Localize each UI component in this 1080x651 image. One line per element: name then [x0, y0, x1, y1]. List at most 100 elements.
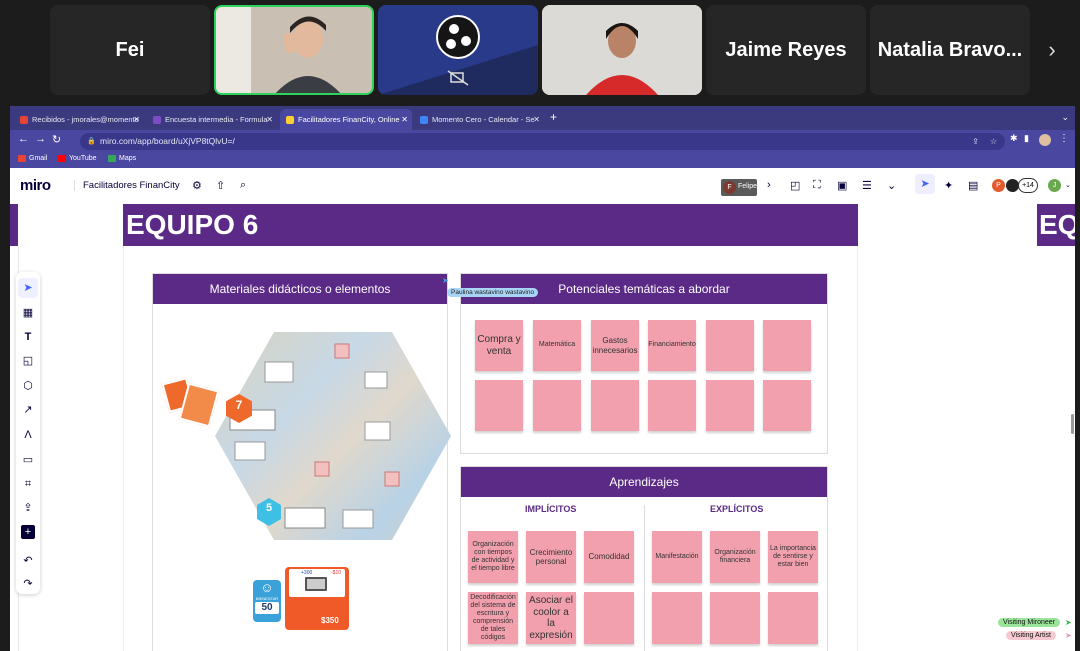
upload-icon[interactable]: ⇧	[216, 179, 225, 192]
forward-icon[interactable]: →	[35, 133, 46, 145]
tab-gmail[interactable]: Recibidos - jmorales@momento ✕	[14, 109, 144, 130]
sticky-note-implicito[interactable]: Decodificación del sistema de escritura …	[468, 592, 518, 644]
gear-icon[interactable]: ⚙	[192, 179, 202, 192]
avatar[interactable]	[1039, 134, 1051, 146]
frame-icon[interactable]: ⛶	[813, 179, 821, 192]
template-icon[interactable]: ▦	[21, 306, 35, 320]
back-icon[interactable]: ←	[18, 133, 29, 145]
sticky-note-explicito[interactable]	[710, 592, 760, 644]
tab-label: Facilitadores FinanCity, Online	[298, 115, 400, 124]
sticky-note[interactable]	[763, 380, 811, 431]
sticky-note[interactable]	[648, 380, 696, 431]
connector-icon[interactable]: ↗	[21, 403, 35, 417]
obs-icon	[378, 5, 538, 95]
sticky-note-implicito[interactable]: Asociar el coolor a la expresión	[526, 592, 576, 644]
undo-icon[interactable]: ↶	[21, 554, 35, 568]
participant-tile-obs[interactable]	[378, 5, 538, 95]
participant-video	[542, 5, 702, 95]
bookmark-youtube[interactable]: YouTube	[58, 155, 97, 162]
cursor-icon[interactable]: ➤	[915, 174, 935, 194]
star-icon[interactable]: ☆	[990, 133, 997, 150]
participant-tile-jaime-reyes[interactable]: Jaime Reyes	[706, 5, 866, 95]
participant-tile-video-2[interactable]	[542, 5, 702, 95]
sticky-note-explicito[interactable]: La importancia de sentirse y estar bien	[768, 531, 818, 583]
tab-calendar[interactable]: Momento Cero - Calendar - Se ✕	[414, 109, 544, 130]
more-icon[interactable]: ⋮	[1059, 133, 1069, 144]
avatar[interactable]: P	[992, 179, 1005, 192]
reload-icon[interactable]: ↻	[52, 133, 61, 146]
bookmark-gmail[interactable]: Gmail	[18, 155, 47, 162]
more-users-badge[interactable]: +14	[1018, 178, 1038, 193]
speaker-video	[216, 7, 372, 93]
sticky-note-icon[interactable]: ◱	[21, 354, 35, 368]
sticky-note[interactable]: Compra y venta	[475, 320, 523, 371]
board-canvas[interactable]: EQUIPO 6 EQ Materiales didácticos o elem…	[10, 204, 1075, 651]
sticky-note-explicito[interactable]: Manifestación	[652, 531, 702, 583]
card-plus: +300	[301, 570, 313, 576]
card-minus: -$10	[331, 570, 342, 576]
sticky-note[interactable]: Gastos innecesarios	[591, 320, 639, 371]
search-icon[interactable]: ⌕	[240, 179, 246, 192]
laptop-icon	[305, 577, 327, 591]
notes-icon[interactable]: ☰	[862, 179, 872, 192]
redo-icon[interactable]: ↷	[21, 577, 35, 591]
participant-tile-natalia-bravo[interactable]: Natalia Bravo...	[870, 5, 1030, 95]
chevron-down-icon[interactable]: ⌄	[1061, 112, 1069, 123]
avatar[interactable]: J	[1048, 179, 1061, 192]
close-icon[interactable]: ✕	[133, 115, 140, 124]
card-value: 50	[255, 602, 279, 614]
sticky-note[interactable]	[706, 380, 754, 431]
maps-icon	[108, 155, 116, 162]
extensions-icon[interactable]: ✱	[1010, 133, 1018, 144]
close-icon[interactable]: ✕	[401, 115, 408, 124]
sticky-note[interactable]	[706, 320, 754, 371]
sticky-note-implicito[interactable]: Organización con tiempos de actividad y …	[468, 531, 518, 583]
tab-forms[interactable]: Encuesta intermedia - Formula ✕	[147, 109, 277, 130]
cursor-icon[interactable]: ➤	[21, 281, 35, 295]
participant-tile-fei[interactable]: Fei	[50, 5, 210, 95]
sidebar-icon[interactable]: ▮	[1024, 133, 1029, 144]
chevron-down-icon[interactable]: ⌄	[1065, 181, 1071, 189]
shapes-icon[interactable]: ⬡	[21, 379, 35, 393]
scrollbar[interactable]	[1071, 414, 1074, 434]
comment-icon[interactable]: ▭	[21, 453, 35, 467]
sticky-note-explicito[interactable]: Organización financiera	[710, 531, 760, 583]
sticky-note-explicito[interactable]	[768, 592, 818, 644]
board-name[interactable]: Facilitadores FinanCity	[74, 180, 180, 191]
sticky-note-implicito[interactable]: Comodidad	[584, 531, 634, 583]
chevron-down-icon[interactable]: ⌄	[887, 179, 896, 192]
miro-logo[interactable]: miro	[20, 177, 51, 194]
close-icon[interactable]: ✕	[266, 115, 273, 124]
smile-icon: ☺	[260, 580, 274, 595]
sticky-note[interactable]	[475, 380, 523, 431]
chevron-right-icon[interactable]: ›	[767, 179, 771, 191]
new-tab-button[interactable]: +	[550, 110, 557, 124]
celebrate-icon[interactable]: ✦	[944, 179, 953, 192]
sticky-note[interactable]: Financiamiento	[648, 320, 696, 371]
sticky-note[interactable]: Matemática	[533, 320, 581, 371]
upload-icon[interactable]: ⇪	[21, 501, 35, 515]
frame-icon[interactable]: ⌗	[21, 477, 35, 491]
text-icon[interactable]: T	[21, 330, 35, 344]
bookmark-maps[interactable]: Maps	[108, 155, 136, 162]
collaborator-badge[interactable]: F Felipe	[721, 179, 757, 196]
sticky-note[interactable]	[763, 320, 811, 371]
sticky-note-implicito[interactable]	[584, 592, 634, 644]
sticky-note-icon[interactable]: ◰	[790, 179, 800, 192]
close-icon[interactable]: ✕	[533, 115, 540, 124]
share-icon[interactable]: ⇪	[972, 133, 979, 150]
sticky-note[interactable]	[591, 380, 639, 431]
sticky-note-implicito[interactable]: Crecimiento personal	[526, 531, 576, 583]
sticky-note[interactable]	[533, 380, 581, 431]
sticky-note-explicito[interactable]	[652, 592, 702, 644]
comment-icon[interactable]: ▤	[968, 179, 978, 192]
pen-icon[interactable]: Λ	[21, 428, 35, 442]
tab-miro[interactable]: Facilitadores FinanCity, Online ✕	[280, 109, 412, 130]
chevron-right-icon[interactable]: ›	[1040, 38, 1064, 62]
gmail-icon	[20, 115, 28, 124]
bookmark-label: YouTube	[69, 155, 97, 162]
url-input[interactable]: 🔒 miro.com/app/board/uXjVP8tQlvU=/ ⇪ ☆	[80, 133, 1005, 150]
add-icon[interactable]: +	[21, 525, 35, 539]
timer-icon[interactable]: ▣	[837, 179, 847, 192]
participant-tile-video-speaker[interactable]	[214, 5, 374, 95]
